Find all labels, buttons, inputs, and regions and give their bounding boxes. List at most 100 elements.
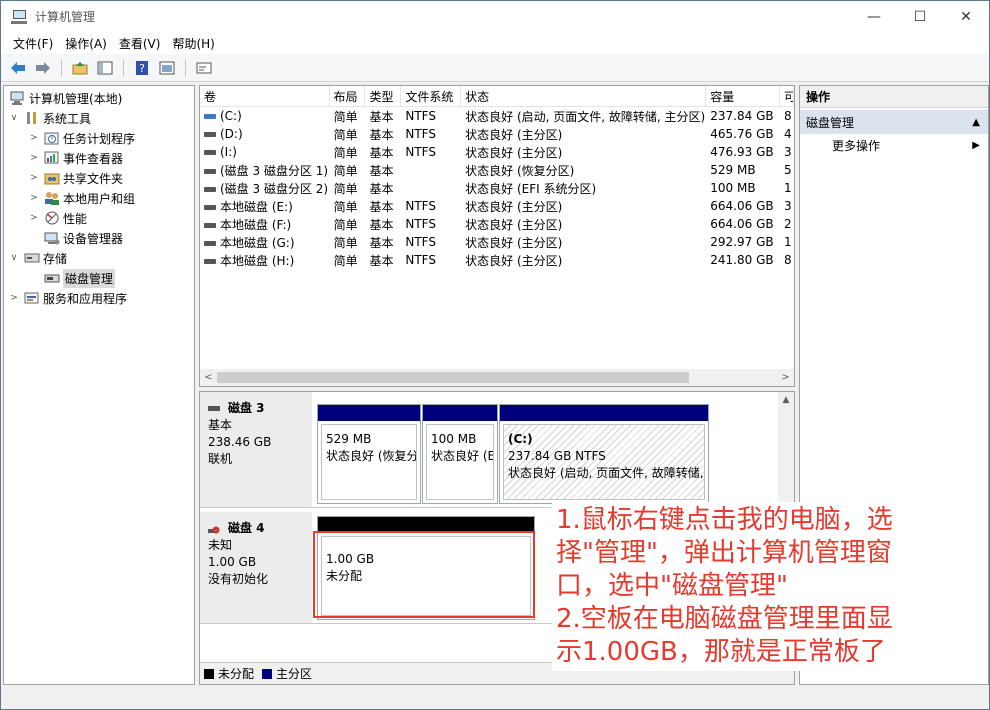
tree-item-shared-folders[interactable]: > 共享文件夹: [4, 168, 194, 188]
tree-label: 性能: [63, 211, 88, 226]
collapse-caret-icon[interactable]: ▲: [972, 117, 980, 128]
volume-list-header: 卷 布局 类型 文件系统 状态 容量 可: [200, 86, 794, 107]
partition-body: 529 MB 状态良好 (恢复分: [321, 424, 417, 500]
volume-row[interactable]: (磁盘 3 磁盘分区 1) 简单 基本 状态良好 (恢复分区) 529 MB 5: [200, 161, 794, 179]
partition-recovery[interactable]: 529 MB 状态良好 (恢复分: [317, 404, 421, 504]
minimize-button[interactable]: —: [851, 1, 897, 32]
expand-arrow-icon[interactable]: >: [28, 173, 40, 183]
volume-cell-type: 基本: [369, 217, 394, 232]
more-actions-item[interactable]: 更多操作 ▶: [800, 134, 988, 156]
window-title: 计算机管理: [35, 10, 96, 24]
device-manager-icon: [44, 230, 60, 246]
volume-row[interactable]: 本地磁盘 (H:) 简单 基本 NTFS 状态良好 (主分区) 241.80 GB 8: [200, 251, 794, 269]
menu-help[interactable]: 帮助(H): [166, 35, 220, 52]
console-icon[interactable]: [193, 57, 215, 79]
tree-label: 共享文件夹: [63, 171, 124, 186]
scroll-up-icon[interactable]: ▲: [778, 392, 794, 408]
expand-arrow-icon[interactable]: ∨: [8, 253, 20, 263]
tree-item-local-users[interactable]: > 本地用户和组: [4, 188, 194, 208]
disk-info-disk3[interactable]: 磁盘 3 基本 238.46 GB 联机: [200, 392, 312, 507]
expand-arrow-icon[interactable]: >: [8, 293, 20, 303]
expand-arrow-icon[interactable]: >: [28, 193, 40, 203]
volume-cell-type: 基本: [369, 181, 394, 196]
disk-state: 联机: [208, 452, 233, 466]
volume-cell-layout: 简单: [333, 181, 358, 196]
volume-cell-fs: NTFS: [405, 217, 436, 231]
annotation-line: 择"管理"，弹出计算机管理窗: [556, 538, 892, 568]
volume-cell-free: 2: [784, 217, 792, 231]
column-header-volume[interactable]: 卷: [200, 86, 330, 106]
partition-c[interactable]: (C:) 237.84 GB NTFS 状态良好 (启动, 页面文件, 故障转储…: [499, 404, 709, 504]
volume-cell-free: 3: [784, 145, 792, 159]
volume-row[interactable]: 本地磁盘 (F:) 简单 基本 NTFS 状态良好 (主分区) 664.06 GB 2: [200, 215, 794, 233]
scroll-right-icon[interactable]: >: [777, 369, 794, 386]
expand-arrow-icon[interactable]: >: [28, 133, 40, 143]
unallocated-swatch: [204, 668, 214, 679]
shared-folder-icon: [44, 170, 60, 186]
close-button[interactable]: ✕: [943, 1, 989, 32]
volume-name: (I:): [220, 145, 237, 159]
expand-arrow-icon[interactable]: ∨: [8, 113, 20, 123]
volume-row[interactable]: 本地磁盘 (E:) 简单 基本 NTFS 状态良好 (主分区) 664.06 GB 3: [200, 197, 794, 215]
volume-cell-vol: 本地磁盘 (H:): [200, 252, 330, 269]
disk-row-disk3[interactable]: 磁盘 3 基本 238.46 GB 联机 529 MB 状态良好 (恢复分 10…: [200, 392, 780, 508]
column-header-capacity[interactable]: 容量: [706, 86, 781, 106]
scroll-left-icon[interactable]: <: [200, 369, 217, 386]
partition-body: (C:) 237.84 GB NTFS 状态良好 (启动, 页面文件, 故障转储…: [503, 424, 705, 500]
volume-row[interactable]: (D:) 简单 基本 NTFS 状态良好 (主分区) 465.76 GB 4: [200, 125, 794, 143]
maximize-button[interactable]: ☐: [897, 1, 943, 32]
volume-row[interactable]: 本地磁盘 (G:) 简单 基本 NTFS 状态良好 (主分区) 292.97 GB 1: [200, 233, 794, 251]
volume-cell-type: 基本: [369, 235, 394, 250]
forward-arrow-icon[interactable]: [32, 57, 54, 79]
properties-icon[interactable]: [156, 57, 178, 79]
scrollbar-thumb[interactable]: [217, 372, 689, 383]
volume-cell-type: 基本: [369, 109, 394, 124]
partition-size: 100 MB: [431, 432, 477, 446]
services-icon: [24, 290, 40, 306]
actions-section-disk-management[interactable]: 磁盘管理 ▲: [800, 110, 988, 134]
volume-cell-type: 基本: [369, 127, 394, 142]
tree-item-computer-management[interactable]: 计算机管理(本地): [4, 88, 194, 108]
show-hide-tree-icon[interactable]: [94, 57, 116, 79]
navigation-tree: 计算机管理(本地) ∨ 系统工具 > 任务计划程序 > 事件查看器 > 共享文件…: [3, 85, 195, 685]
volume-cell-layout: 简单: [333, 199, 358, 214]
column-header-filesystem[interactable]: 文件系统: [401, 86, 462, 106]
tree-item-system-tools[interactable]: ∨ 系统工具: [4, 108, 194, 128]
expand-arrow-icon[interactable]: >: [28, 213, 40, 223]
legend-primary: 主分区: [276, 667, 313, 681]
tree-item-performance[interactable]: > 性能: [4, 208, 194, 228]
expand-arrow-icon[interactable]: >: [28, 153, 40, 163]
disk-kind: 基本: [208, 418, 233, 432]
volume-row[interactable]: (C:) 简单 基本 NTFS 状态良好 (启动, 页面文件, 故障转储, 主分区) 23…: [200, 107, 794, 125]
column-header-type[interactable]: 类型: [365, 86, 402, 106]
annotation-line: 示1.00GB，那就是正常板了: [556, 637, 886, 667]
disk-info-disk4[interactable]: - 磁盘 4 未知 1.00 GB 没有初始化: [200, 512, 312, 623]
back-arrow-icon[interactable]: [7, 57, 29, 79]
menu-action[interactable]: 操作(A): [59, 35, 113, 52]
tree-item-device-manager[interactable]: 设备管理器: [4, 228, 194, 248]
svg-text:?: ?: [139, 62, 145, 75]
volume-row[interactable]: (磁盘 3 磁盘分区 2) 简单 基本 状态良好 (EFI 系统分区) 100 MB 1: [200, 179, 794, 197]
partition-efi[interactable]: 100 MB 状态良好 (E: [422, 404, 498, 504]
volume-row[interactable]: (I:) 简单 基本 NTFS 状态良好 (主分区) 476.93 GB 3: [200, 143, 794, 161]
menu-view[interactable]: 查看(V): [113, 35, 167, 52]
tree-item-disk-management[interactable]: 磁盘管理: [4, 268, 194, 288]
tree-item-services-apps[interactable]: > 服务和应用程序: [4, 288, 194, 308]
tree-item-task-scheduler[interactable]: > 任务计划程序: [4, 128, 194, 148]
column-header-status[interactable]: 状态: [461, 86, 707, 106]
column-header-free[interactable]: 可: [780, 86, 794, 106]
volume-cell-status: 状态良好 (主分区): [465, 253, 563, 268]
volume-cell-type: 基本: [369, 145, 394, 160]
up-folder-icon[interactable]: [69, 57, 91, 79]
storage-icon: [24, 250, 40, 266]
volume-cell-type: 基本: [369, 163, 394, 178]
horizontal-scrollbar[interactable]: < >: [200, 369, 794, 386]
tree-label: 任务计划程序: [63, 131, 136, 146]
tree-item-storage[interactable]: ∨ 存储: [4, 248, 194, 268]
disk-name: 磁盘 3: [228, 401, 265, 415]
help-icon[interactable]: ?: [131, 57, 153, 79]
menu-file[interactable]: 文件(F): [7, 35, 59, 52]
tree-item-event-viewer[interactable]: > 事件查看器: [4, 148, 194, 168]
column-header-layout[interactable]: 布局: [330, 86, 366, 106]
volume-cell-status: 状态良好 (主分区): [465, 145, 563, 160]
